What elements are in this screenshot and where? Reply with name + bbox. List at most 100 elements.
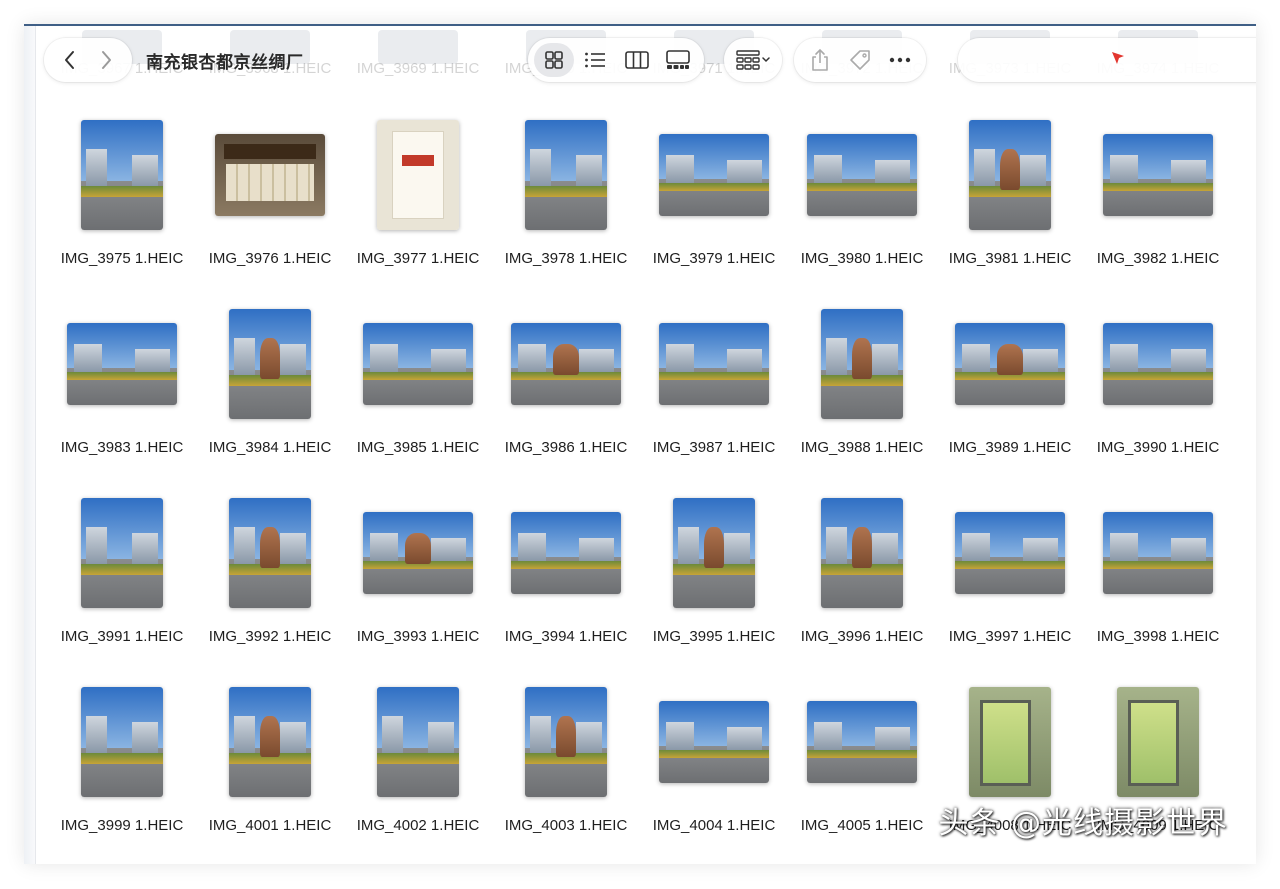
window-title: 南充银杏都京丝绸厂: [146, 53, 304, 73]
thumb-building: [85, 526, 108, 564]
file-item[interactable]: IMG_3976 1.HEIC: [196, 114, 344, 294]
thumb-building: [279, 344, 307, 375]
file-item[interactable]: IMG_3975 1.HEIC: [48, 114, 196, 294]
file-item[interactable]: IMG_4005 1.HEIC: [788, 681, 936, 861]
file-item[interactable]: IMG_3990 1.HEIC: [1084, 303, 1232, 483]
thumb-building: [575, 155, 603, 186]
thumb-building: [427, 722, 455, 753]
file-name-label: IMG_4002 1.HEIC: [356, 817, 480, 834]
file-item[interactable]: IMG_3994 1.HEIC: [492, 492, 640, 672]
thumb-building: [1109, 344, 1139, 373]
thumb-statue: [404, 533, 432, 565]
thumb-building: [575, 722, 603, 753]
file-item[interactable]: IMG_4003 1.HEIC: [492, 681, 640, 861]
file-item[interactable]: IMG_3991 1.HEIC: [48, 492, 196, 672]
photo-thumbnail: [659, 134, 769, 216]
file-item[interactable]: IMG_3989 1.HEIC: [936, 303, 1084, 483]
photo-thumbnail: [81, 498, 163, 608]
more-button[interactable]: [883, 43, 917, 77]
column-view-button[interactable]: [617, 43, 657, 77]
list-view-button[interactable]: [575, 43, 615, 77]
thumb-building: [961, 344, 991, 373]
file-name-label: IMG_3981 1.HEIC: [948, 250, 1072, 267]
thumb-building: [813, 722, 843, 751]
file-item[interactable]: IMG_3981 1.HEIC: [936, 114, 1084, 294]
file-name-label: IMG_4005 1.HEIC: [800, 817, 924, 834]
file-item[interactable]: IMG_3987 1.HEIC: [640, 303, 788, 483]
thumb-building: [279, 533, 307, 564]
thumb-building: [871, 344, 899, 375]
file-item[interactable]: IMG_3988 1.HEIC: [788, 303, 936, 483]
file-item[interactable]: IMG_4002 1.HEIC: [344, 681, 492, 861]
share-icon: [812, 48, 828, 71]
photo-thumbnail: [229, 498, 311, 608]
file-item[interactable]: IMG_3995 1.HEIC: [640, 492, 788, 672]
tag-button[interactable]: [843, 43, 877, 77]
finder-window: IMG_3967 1.HEICIMG_3968 1.HEICIMG_3969 1…: [24, 24, 1256, 864]
file-name-label: IMG_3991 1.HEIC: [60, 628, 184, 645]
file-item[interactable]: IMG_3985 1.HEIC: [344, 303, 492, 483]
file-item[interactable]: IMG_3983 1.HEIC: [48, 303, 196, 483]
thumbnail-frame: [640, 303, 788, 425]
forward-button[interactable]: [91, 45, 121, 75]
back-button[interactable]: [55, 45, 85, 75]
thumb-building: [233, 337, 256, 375]
group-by-button[interactable]: [724, 38, 782, 82]
share-button[interactable]: [803, 43, 837, 77]
thumb-building: [727, 160, 763, 184]
thumb-building: [517, 533, 547, 562]
file-item[interactable]: IMG_4001 1.HEIC: [196, 681, 344, 861]
file-name-label: IMG_3983 1.HEIC: [60, 439, 184, 456]
thumb-building: [579, 538, 615, 562]
thumb-statue: [852, 526, 872, 569]
file-item[interactable]: IMG_3992 1.HEIC: [196, 492, 344, 672]
thumb-statue: [260, 715, 280, 758]
thumbnail-frame: [936, 114, 1084, 236]
file-item[interactable]: IMG_4004 1.HEIC: [640, 681, 788, 861]
search-field[interactable]: [958, 38, 1256, 82]
file-name-label: IMG_3984 1.HEIC: [208, 439, 332, 456]
gallery-view-button[interactable]: [658, 43, 698, 77]
thumb-building: [1109, 533, 1139, 562]
file-item[interactable]: IMG_3980 1.HEIC: [788, 114, 936, 294]
thumb-hedge: [659, 183, 769, 192]
thumb-building: [529, 715, 552, 753]
thumbnail-frame: [48, 492, 196, 614]
grid-icon: [545, 51, 563, 69]
more-icon: [889, 57, 911, 63]
file-item[interactable]: IMG_3984 1.HEIC: [196, 303, 344, 483]
file-item[interactable]: IMG_3996 1.HEIC: [788, 492, 936, 672]
file-item[interactable]: IMG_3997 1.HEIC: [936, 492, 1084, 672]
file-item[interactable]: IMG_3986 1.HEIC: [492, 303, 640, 483]
icon-view-button[interactable]: [534, 43, 574, 77]
thumb-hedge: [525, 186, 607, 197]
thumb-hedge: [81, 564, 163, 575]
cursor-indicator-icon: [1112, 52, 1124, 64]
file-item[interactable]: IMG_3977 1.HEIC: [344, 114, 492, 294]
thumb-building: [665, 344, 695, 373]
file-name-label: IMG_3994 1.HEIC: [504, 628, 628, 645]
file-name-label: IMG_4003 1.HEIC: [504, 817, 628, 834]
file-name-label: IMG_3990 1.HEIC: [1096, 439, 1220, 456]
thumb-building: [529, 148, 552, 186]
file-item[interactable]: IMG_3998 1.HEIC: [1084, 492, 1232, 672]
thumb-statue: [1000, 148, 1020, 191]
file-item[interactable]: IMG_3982 1.HEIC: [1084, 114, 1232, 294]
thumb-hedge: [807, 183, 917, 192]
file-item[interactable]: IMG_3978 1.HEIC: [492, 114, 640, 294]
thumb-paper: [391, 131, 445, 219]
file-name-label: IMG_3998 1.HEIC: [1096, 628, 1220, 645]
chevron-left-icon: [65, 51, 74, 69]
search-input[interactable]: [958, 38, 1256, 82]
file-name-label: IMG_3985 1.HEIC: [356, 439, 480, 456]
file-name-label: IMG_3975 1.HEIC: [60, 250, 184, 267]
file-item[interactable]: IMG_3979 1.HEIC: [640, 114, 788, 294]
thumb-building: [73, 344, 103, 373]
photo-thumbnail: [955, 323, 1065, 405]
file-item[interactable]: IMG_3993 1.HEIC: [344, 492, 492, 672]
thumb-building: [1171, 349, 1207, 373]
file-item[interactable]: IMG_3999 1.HEIC: [48, 681, 196, 861]
thumbnail-frame: [196, 303, 344, 425]
thumb-building: [85, 148, 108, 186]
thumb-hedge: [1103, 372, 1213, 381]
